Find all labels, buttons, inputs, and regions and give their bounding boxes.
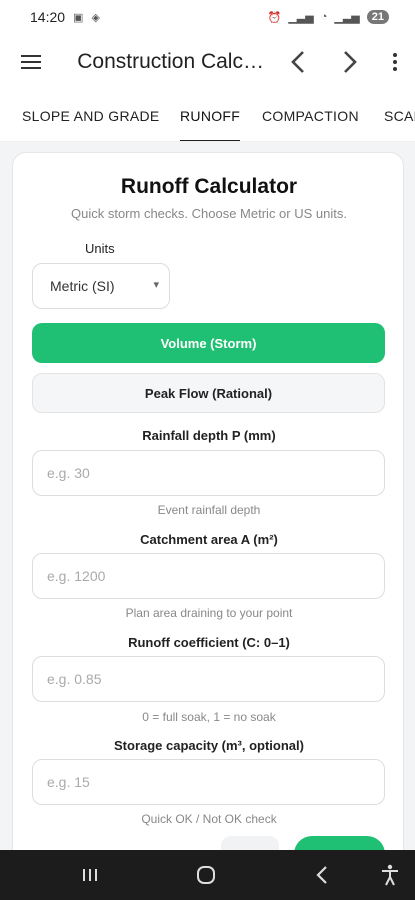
runoff-card: Runoff Calculator Quick storm checks. Ch… [12, 152, 404, 872]
system-back-button[interactable] [302, 850, 342, 900]
units-value: Metric (SI) [50, 278, 115, 294]
storage-capacity-input[interactable]: e.g. 15 [32, 759, 385, 805]
accessibility-icon [382, 864, 398, 886]
home-button[interactable] [186, 850, 226, 900]
signal-icon: ▁▃▅ [288, 11, 314, 24]
status-bar: 14:20 ▣ ◈ ⏰ ▁▃▅ ◔ ▁▃▅ 21 [0, 0, 415, 34]
catchment-area-label: Catchment area A (m²) [140, 532, 278, 547]
units-label: Units [85, 241, 115, 256]
tab-runoff[interactable]: RUNOFF [180, 90, 241, 141]
status-time: 14:20 [30, 9, 66, 25]
system-nav-bar [0, 850, 415, 900]
menu-button[interactable] [0, 55, 61, 69]
runoff-coefficient-placeholder: e.g. 0.85 [47, 671, 102, 687]
recent-apps-button[interactable] [70, 850, 110, 900]
rainfall-depth-placeholder: e.g. 30 [47, 465, 90, 481]
hamburger-icon [20, 55, 41, 69]
catchment-area-placeholder: e.g. 1200 [47, 568, 106, 584]
catchment-area-input[interactable]: e.g. 1200 [32, 553, 385, 599]
storage-capacity-label: Storage capacity (m³, optional) [114, 738, 304, 753]
runoff-coefficient-input[interactable]: e.g. 0.85 [32, 656, 385, 702]
forward-button[interactable] [324, 50, 375, 74]
back-icon [316, 866, 327, 884]
back-button[interactable] [273, 50, 324, 74]
storage-capacity-help: Quick OK / Not OK check [141, 812, 277, 826]
app-bar: Construction Calculators [0, 34, 415, 90]
battery-icon: 21 [366, 10, 389, 24]
storage-capacity-placeholder: e.g. 15 [47, 774, 90, 790]
catchment-area-help: Plan area draining to your point [125, 606, 293, 620]
overflow-menu-button[interactable] [376, 53, 415, 71]
tab-compaction[interactable]: COMPACTION [262, 90, 359, 141]
card-title: Runoff Calculator [120, 175, 298, 198]
chevron-left-icon [291, 51, 305, 73]
volume-storm-button[interactable]: Volume (Storm) [32, 323, 385, 363]
tab-scale[interactable]: SCALE [384, 90, 415, 141]
peak-flow-button[interactable]: Peak Flow (Rational) [32, 373, 385, 413]
signal2-icon: ▁▃▅ [334, 11, 360, 24]
app-title: Construction Calculators [77, 50, 273, 73]
accessibility-button[interactable] [370, 850, 410, 900]
units-select[interactable]: Metric (SI) ▾ [32, 263, 170, 309]
chevron-right-icon [343, 51, 357, 73]
screenshot-icon: ▣ [73, 11, 84, 24]
rainfall-depth-label: Rainfall depth P (mm) [142, 428, 276, 443]
recents-icon [83, 869, 97, 881]
rainfall-depth-help: Event rainfall depth [157, 503, 261, 517]
home-icon [197, 866, 215, 884]
rainfall-depth-input[interactable]: e.g. 30 [32, 450, 385, 496]
tab-slope-and-grade[interactable]: SLOPE AND GRADE [22, 90, 160, 141]
alarm-icon: ⏰ [267, 11, 282, 24]
notification-icon: ◈ [91, 11, 100, 24]
chevron-down-icon: ▾ [153, 279, 159, 291]
card-subtitle: Quick storm checks. Choose Metric or US … [71, 206, 347, 221]
tab-bar: SLOPE AND GRADE RUNOFF COMPACTION SCALE [0, 90, 415, 142]
runoff-coefficient-label: Runoff coefficient (C: 0–1) [128, 635, 290, 650]
runoff-coefficient-help: 0 = full soak, 1 = no soak [142, 710, 276, 724]
wifi-icon: ◔ [320, 11, 328, 23]
